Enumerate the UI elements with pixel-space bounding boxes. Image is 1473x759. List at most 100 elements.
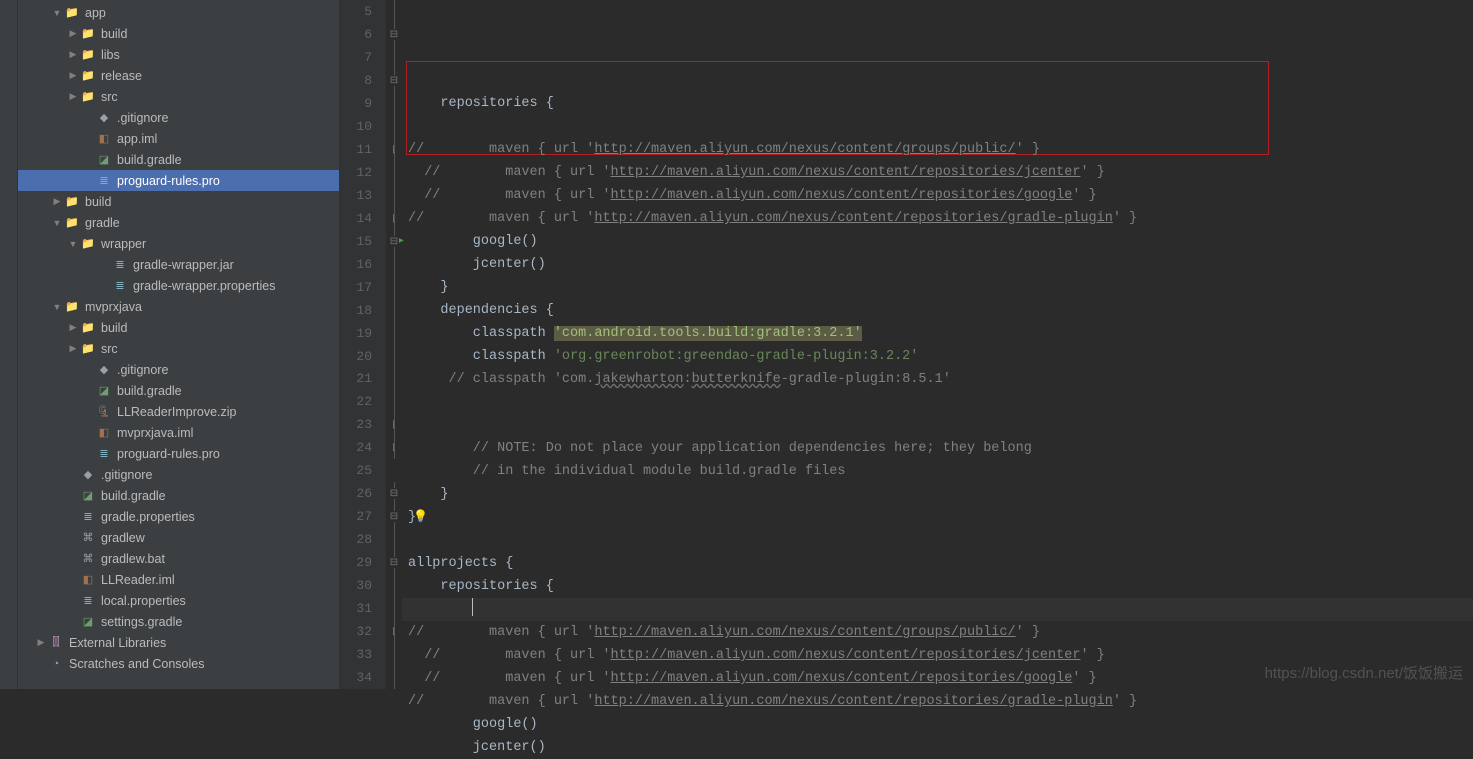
tree-row[interactable]: ▼📁gradle [18,212,339,233]
code-line[interactable]: google() [402,230,1473,253]
code-line[interactable]: } [402,483,1473,506]
fold-marker[interactable] [386,23,402,46]
gutter-line[interactable]: 5 [340,0,386,23]
tree-row[interactable]: ◆.gitignore [18,464,339,485]
tree-row[interactable]: ◪build.gradle [18,485,339,506]
gutter-line[interactable]: 30 [340,574,386,597]
expand-arrow-icon[interactable]: ▶ [66,322,80,333]
fold-marker[interactable] [386,620,402,643]
tree-row[interactable]: ≣local.properties [18,590,339,611]
code-line[interactable]: classpath 'com.android.tools.build:gradl… [402,322,1473,345]
tree-row[interactable]: ▶📁build [18,191,339,212]
gutter-line[interactable]: 17 [340,276,386,299]
code-line[interactable]: dependencies { [402,299,1473,322]
gutter-line[interactable]: 29 [340,551,386,574]
gutter-line[interactable]: 6 [340,23,386,46]
code-line[interactable]: classpath 'org.greenrobot:greendao-gradl… [402,345,1473,368]
code-line[interactable]: // maven { url 'http://maven.aliyun.com/… [402,621,1473,644]
tree-row[interactable]: ▶📁libs [18,44,339,65]
tree-row[interactable]: ◔Scratches and Consoles [18,653,339,674]
expand-arrow-icon[interactable]: ▶ [66,49,80,60]
expand-arrow-icon[interactable]: ▼ [50,302,64,312]
code-line[interactable]: // maven { url 'http://maven.aliyun.com/… [402,184,1473,207]
tree-row[interactable]: ◪build.gradle [18,380,339,401]
tree-row[interactable]: ⌘gradlew [18,527,339,548]
code-line[interactable]: // maven { url 'http://maven.aliyun.com/… [402,138,1473,161]
tree-row[interactable]: ≣gradle-wrapper.jar [18,254,339,275]
code-line[interactable] [402,115,1473,138]
code-line[interactable]: // maven { url 'http://maven.aliyun.com/… [402,690,1473,713]
code-line[interactable]: google() [402,713,1473,736]
code-line[interactable]: // maven { url 'http://maven.aliyun.com/… [402,161,1473,184]
code-line[interactable]: repositories { [402,92,1473,115]
tree-row[interactable]: ▶📁build [18,23,339,44]
code-line[interactable]: } [402,276,1473,299]
gutter-line[interactable]: 20 [340,345,386,368]
gutter-line[interactable]: 18 [340,299,386,322]
expand-arrow-icon[interactable]: ▶ [50,196,64,207]
code-line[interactable] [402,598,1473,621]
gutter-line[interactable]: 8 [340,69,386,92]
tree-row[interactable]: ⌘gradlew.bat [18,548,339,569]
code-line[interactable]: // in the individual module build.gradle… [402,460,1473,483]
tree-row[interactable]: ◪build.gradle [18,149,339,170]
gutter-line[interactable]: 15▶ [340,230,386,253]
gutter-line[interactable]: 16 [340,253,386,276]
expand-arrow-icon[interactable]: ▼ [66,239,80,249]
gutter-line[interactable]: 21 [340,368,386,391]
tree-row[interactable]: ≣gradle.properties [18,506,339,527]
gutter-line[interactable]: 26 [340,482,386,505]
gutter-line[interactable]: 11 [340,138,386,161]
expand-arrow-icon[interactable]: ▶ [66,70,80,81]
gutter-line[interactable]: 23 [340,413,386,436]
fold-marker[interactable] [386,505,402,528]
gutter-line[interactable]: 27💡 [340,505,386,528]
fold-marker[interactable] [386,207,402,230]
fold-marker[interactable] [386,551,402,574]
fold-column[interactable] [386,0,402,689]
tree-row[interactable]: ▶⫿⫿External Libraries [18,632,339,653]
gutter-line[interactable]: 14 [340,207,386,230]
code-line[interactable] [402,529,1473,552]
tree-row[interactable]: 🗜LLReaderImprove.zip [18,401,339,422]
project-tree[interactable]: ▼📁app▶📁build▶📁libs▶📁release▶📁src◆.gitign… [18,0,340,689]
fold-marker[interactable] [386,230,402,253]
gutter-line[interactable]: 32 [340,620,386,643]
tree-row[interactable]: ◧app.iml [18,128,339,149]
tree-row[interactable]: ▶📁src [18,86,339,107]
gutter-line[interactable]: 28 [340,528,386,551]
gutter-line[interactable]: 33 [340,643,386,666]
tool-window-stripe-left[interactable] [0,0,18,689]
fold-marker[interactable] [386,413,402,436]
code-line[interactable]: repositories { [402,575,1473,598]
code-line[interactable]: jcenter() [402,736,1473,759]
tree-row[interactable]: ▼📁mvprxjava [18,296,339,317]
expand-arrow-icon[interactable]: ▶ [34,637,48,648]
code-line[interactable]: // NOTE: Do not place your application d… [402,437,1473,460]
gutter-line[interactable]: 7 [340,46,386,69]
code-line[interactable] [402,69,1473,92]
code-line[interactable]: allprojects { [402,552,1473,575]
tree-row[interactable]: ▶📁src [18,338,339,359]
tree-row[interactable]: ◧mvprxjava.iml [18,422,339,443]
tree-row[interactable]: ◆.gitignore [18,359,339,380]
expand-arrow-icon[interactable]: ▼ [50,8,64,18]
tree-row[interactable]: ▶📁build [18,317,339,338]
gutter-line[interactable]: 34 [340,666,386,689]
code-line[interactable] [402,414,1473,437]
code-line[interactable]: // classpath 'com.jakewharton:butterknif… [402,368,1473,391]
expand-arrow-icon[interactable]: ▼ [50,218,64,228]
gutter-line[interactable]: 9 [340,92,386,115]
code-line[interactable]: jcenter() [402,253,1473,276]
fold-marker[interactable] [386,69,402,92]
gutter-line[interactable]: 13 [340,184,386,207]
gutter-line[interactable]: 12 [340,161,386,184]
tree-row[interactable]: ◪settings.gradle [18,611,339,632]
fold-marker[interactable] [386,482,402,505]
fold-marker[interactable] [386,138,402,161]
gutter-line[interactable]: 25 [340,459,386,482]
editor-code[interactable]: repositories { // maven { url 'http://mav… [402,0,1473,689]
tree-row[interactable]: ◧LLReader.iml [18,569,339,590]
tree-row[interactable]: ◆.gitignore [18,107,339,128]
gutter-line[interactable]: 24 [340,436,386,459]
